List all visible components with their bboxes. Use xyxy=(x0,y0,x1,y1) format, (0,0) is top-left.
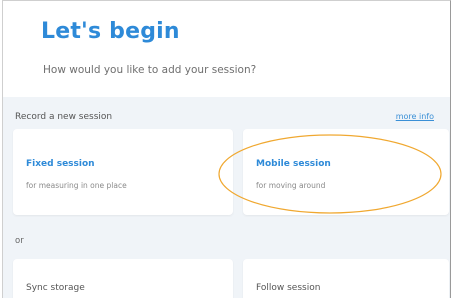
more-info-link[interactable]: more info xyxy=(396,112,434,121)
mobile-session-title: Mobile session xyxy=(256,159,331,169)
record-section-label: Record a new session xyxy=(15,112,113,122)
header: Let's begin How would you like to add yo… xyxy=(3,1,450,97)
page-subtitle: How would you like to add your session? xyxy=(43,64,257,76)
page-title: Let's begin xyxy=(41,19,180,44)
fixed-session-title: Fixed session xyxy=(26,159,95,169)
mobile-session-card[interactable]: Mobile session for moving around xyxy=(243,129,449,215)
fixed-session-card[interactable]: Fixed session for measuring in one place xyxy=(13,129,233,215)
sync-storage-card[interactable]: Sync storage xyxy=(13,259,233,298)
sync-storage-title: Sync storage xyxy=(26,283,85,293)
fixed-session-description: for measuring in one place xyxy=(26,181,127,190)
session-setup-screen: Let's begin How would you like to add yo… xyxy=(2,0,451,298)
or-divider-label: or xyxy=(15,236,24,246)
follow-session-title: Follow session xyxy=(256,283,321,293)
follow-session-card[interactable]: Follow session xyxy=(243,259,449,298)
mobile-session-description: for moving around xyxy=(256,181,326,190)
